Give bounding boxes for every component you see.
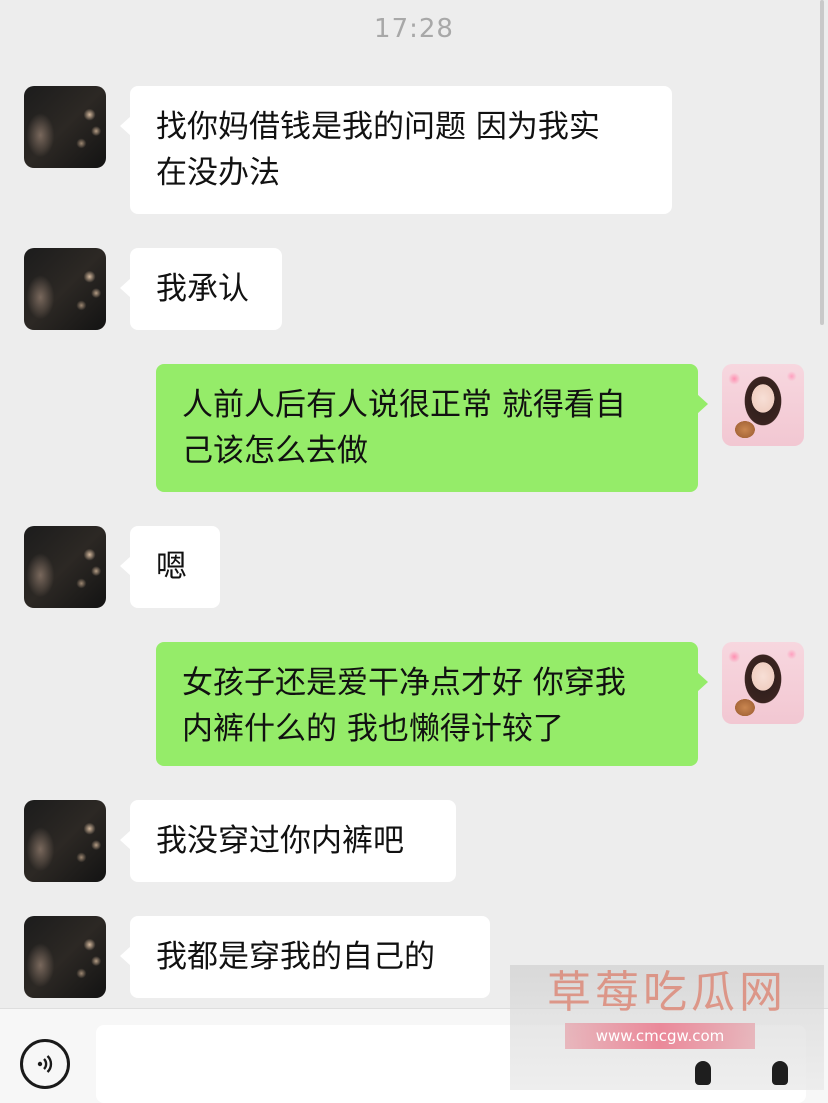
message-bubble-received[interactable]: 我都是穿我的自己的: [120, 916, 490, 998]
message-text: 嗯: [156, 549, 187, 585]
message-bubble-received[interactable]: 我承认: [120, 248, 282, 330]
contact-avatar[interactable]: [24, 800, 106, 882]
contact-avatar[interactable]: [24, 86, 106, 168]
message-text: 女孩子还是爱干净点才好 你穿我: [182, 665, 626, 701]
message-bubble-sent[interactable]: 女孩子还是爱干净点才好 你穿我 内裤什么的 我也懒得计较了: [156, 642, 708, 766]
message-bubble-received[interactable]: 我没穿过你内裤吧: [120, 800, 456, 882]
my-avatar[interactable]: [722, 364, 804, 446]
message-text: 我没穿过你内裤吧: [156, 823, 404, 859]
message-text: 找你妈借钱是我的问题 因为我实: [156, 109, 600, 145]
watermark: 草莓吃瓜网 www.cmcgw.com: [510, 965, 824, 1090]
watermark-figure: [695, 1061, 711, 1085]
scrollbar[interactable]: [820, 0, 824, 325]
message-bubble-received[interactable]: 嗯: [120, 526, 220, 608]
message-bubble-sent[interactable]: 人前人后有人说很正常 就得看自 己该怎么去做: [156, 364, 708, 492]
message-text: 我承认: [156, 271, 249, 307]
contact-avatar[interactable]: [24, 526, 106, 608]
voice-icon-glyph: [37, 1055, 53, 1073]
message-text: 在没办法: [156, 155, 280, 191]
message-text: 内裤什么的 我也懒得计较了: [182, 711, 564, 747]
message-timestamp: 17:28: [374, 14, 454, 44]
contact-avatar[interactable]: [24, 916, 106, 998]
message-text: 己该怎么去做: [182, 433, 368, 469]
watermark-figure: [772, 1061, 788, 1085]
watermark-url: www.cmcgw.com: [565, 1023, 755, 1049]
message-bubble-received[interactable]: 找你妈借钱是我的问题 因为我实 在没办法: [120, 86, 672, 214]
message-text: 人前人后有人说很正常 就得看自: [182, 387, 626, 423]
contact-avatar[interactable]: [24, 248, 106, 330]
voice-icon[interactable]: [20, 1039, 70, 1089]
message-text: 我都是穿我的自己的: [156, 939, 435, 975]
watermark-title: 草莓吃瓜网: [547, 967, 787, 1018]
my-avatar[interactable]: [722, 642, 804, 724]
